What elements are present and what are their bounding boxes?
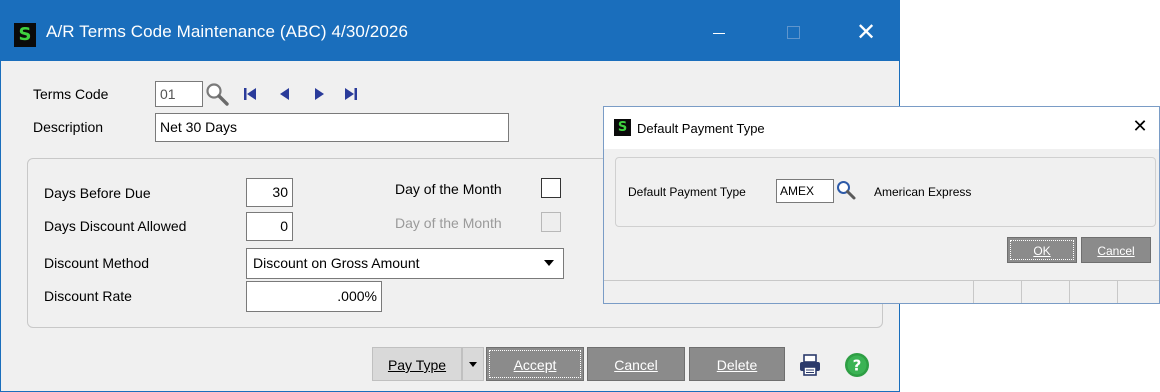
dialog-cancel-label: Cancel (1097, 244, 1135, 258)
cancel-label: Cancel (614, 357, 658, 373)
minimize-button[interactable] (699, 17, 739, 47)
payment-type-description: American Express (874, 185, 972, 199)
window-title: A/R Terms Code Maintenance (ABC) 4/30/20… (46, 22, 409, 41)
sage-logo-icon: S (14, 23, 36, 47)
days-before-due-input[interactable]: 30 (246, 178, 293, 207)
discount-method-select[interactable]: Discount on Gross Amount (246, 248, 564, 279)
accept-label: Accept (513, 357, 557, 373)
previous-record-icon[interactable] (277, 86, 293, 102)
days-before-due-label: Days Before Due (44, 185, 151, 201)
terms-code-input[interactable]: 01 (155, 81, 203, 107)
pay-type-dropdown-button[interactable] (462, 347, 484, 381)
default-payment-type-dialog: S Default Payment Type ✕ Default Payment… (603, 106, 1160, 304)
terms-code-label: Terms Code (33, 86, 109, 102)
pay-type-label: Pay Type (387, 357, 447, 373)
days-discount-allowed-input[interactable]: 0 (246, 212, 293, 241)
maximize-button[interactable] (773, 17, 813, 47)
dialog-status-bar (604, 280, 1159, 303)
ok-button[interactable]: OK (1007, 237, 1077, 263)
status-cell (1021, 281, 1069, 303)
discount-day-of-month-checkbox (541, 212, 561, 232)
discount-day-of-month-label: Day of the Month (395, 215, 502, 231)
main-title-bar[interactable]: S A/R Terms Code Maintenance (ABC) 4/30/… (1, 1, 899, 61)
printer-icon[interactable] (798, 353, 822, 377)
day-of-month-checkbox[interactable] (541, 178, 561, 198)
description-label: Description (33, 119, 104, 135)
discount-method-label: Discount Method (44, 255, 150, 271)
days-discount-allowed-label: Days Discount Allowed (44, 218, 187, 234)
help-icon[interactable]: ? (844, 352, 870, 378)
description-input[interactable]: Net 30 Days (155, 113, 509, 142)
delete-label: Delete (716, 357, 758, 373)
close-button[interactable]: ✕ (846, 17, 886, 47)
magnifier-icon[interactable] (835, 179, 857, 201)
discount-rate-input[interactable]: .000% (246, 281, 382, 312)
svg-text:?: ? (853, 357, 862, 375)
payment-type-input[interactable]: AMEX (776, 179, 834, 203)
dialog-cancel-button[interactable]: Cancel (1081, 237, 1151, 263)
next-record-icon[interactable] (311, 86, 327, 102)
status-cell (1069, 281, 1117, 303)
default-payment-type-label: Default Payment Type (628, 185, 746, 199)
sage-logo-icon: S (614, 119, 631, 136)
discount-rate-label: Discount Rate (44, 288, 132, 304)
dialog-title: Default Payment Type (637, 121, 765, 136)
first-record-icon[interactable] (242, 86, 258, 102)
last-record-icon[interactable] (343, 86, 359, 102)
ok-label: OK (1033, 244, 1051, 258)
day-of-month-label: Day of the Month (395, 181, 502, 197)
dialog-title-bar[interactable]: S Default Payment Type ✕ (604, 107, 1159, 149)
discount-method-value: Discount on Gross Amount (253, 255, 420, 271)
cancel-button[interactable]: Cancel (587, 347, 685, 381)
status-cell (1117, 281, 1159, 303)
chevron-down-icon (544, 260, 554, 266)
pay-type-button[interactable]: Pay Type (372, 347, 462, 381)
delete-button[interactable]: Delete (689, 347, 785, 381)
dialog-close-button[interactable]: ✕ (1128, 115, 1152, 139)
status-cell (973, 281, 1021, 303)
accept-button[interactable]: Accept (486, 347, 584, 381)
magnifier-icon[interactable] (204, 81, 230, 107)
